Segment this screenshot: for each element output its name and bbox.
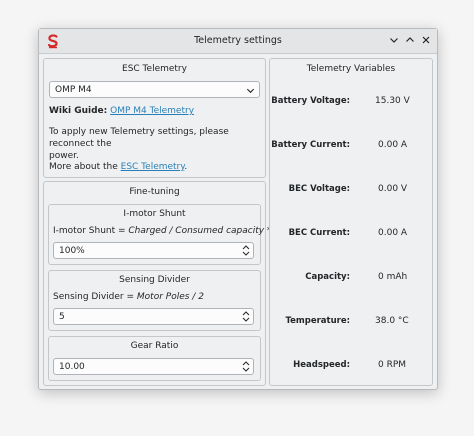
battery-current-value: 0.00 A (378, 140, 408, 150)
minimize-button[interactable] (386, 32, 402, 48)
more-about-row: More about the ESC Telemetry. (49, 161, 187, 173)
esc-telemetry-group: ESC Telemetry OMP M4 Wiki Guide: OMP M4 … (43, 58, 266, 178)
sensing-formula-prefix: Sensing Divider = (53, 292, 137, 302)
capacity-value: 0 mAh (378, 272, 408, 282)
apply-note-line-1: To apply new Telemetry settings, please … (49, 127, 229, 149)
chevron-down-icon (390, 38, 398, 43)
sensing-formula-expression: Motor Poles / 2 (136, 292, 204, 302)
headspeed-label: Headspeed: (293, 360, 350, 370)
esc-telemetry-title: ESC Telemetry (122, 64, 187, 74)
gear-ratio-group: Gear Ratio 10.00 (48, 336, 261, 381)
chevron-up-icon (406, 37, 414, 42)
gear-ratio-spinbox[interactable]: 10.00 (53, 358, 254, 375)
battery-current-label: Battery Current: (271, 140, 350, 150)
esc-protocol-value: OMP M4 (55, 85, 92, 95)
maximize-button[interactable] (402, 32, 418, 48)
sensing-formula: Sensing Divider = Motor Poles / 2 (53, 291, 204, 303)
wiki-guide-row: Wiki Guide: OMP M4 Telemetry (49, 105, 194, 117)
imotor-shunt-title: I-motor Shunt (123, 209, 186, 219)
telemetry-variables-title: Telemetry Variables (306, 64, 396, 74)
wiki-guide-label: Wiki Guide: (49, 106, 108, 116)
gear-ratio-value: 10.00 (59, 362, 85, 372)
imotor-formula: I-motor Shunt = Charged / Consumed capac… (53, 225, 291, 237)
headspeed-value: 0 RPM (378, 360, 407, 370)
imotor-shunt-group: I-motor Shunt I-motor Shunt = Charged / … (48, 204, 291, 265)
more-about-prefix: More about the (49, 162, 121, 172)
telemetry-settings-window: Telemetry settings ESC Telemetry OMP M4 … (38, 28, 438, 390)
sensing-divider-title: Sensing Divider (119, 275, 190, 285)
sensing-divider-value: 5 (59, 312, 65, 322)
fine-tuning-title: Fine-tuning (129, 187, 180, 197)
title-bar[interactable]: Telemetry settings (39, 29, 437, 54)
close-button[interactable] (418, 32, 434, 48)
wiki-guide-link[interactable]: OMP M4 Telemetry (110, 106, 194, 116)
esc-telemetry-link[interactable]: ESC Telemetry (121, 162, 185, 172)
temperature-label: Temperature: (285, 316, 350, 326)
window-title: Telemetry settings (194, 35, 282, 46)
imotor-shunt-value: 100% (59, 246, 85, 256)
telemetry-variables-group: Telemetry Variables Battery Voltage: 15.… (269, 58, 433, 386)
more-about-suffix: . (184, 162, 188, 172)
spin-arrows-icon[interactable] (242, 360, 250, 373)
temperature-value: 38.0 °C (375, 316, 409, 326)
sensing-divider-group: Sensing Divider Sensing Divider = Motor … (48, 270, 261, 331)
battery-voltage-value: 15.30 V (375, 96, 410, 106)
gear-ratio-title: Gear Ratio (130, 341, 179, 351)
sensing-divider-spinbox[interactable]: 5 (53, 308, 254, 325)
bec-voltage-label: BEC Voltage: (288, 184, 350, 194)
bec-voltage-value: 0.00 V (378, 184, 408, 194)
close-icon (422, 36, 430, 44)
imotor-formula-prefix: I-motor Shunt = (53, 226, 129, 236)
capacity-label: Capacity: (305, 272, 350, 282)
esc-protocol-select[interactable]: OMP M4 (49, 81, 260, 98)
bec-current-label: BEC Current: (288, 228, 350, 238)
imotor-formula-expression: Charged / Consumed capacity * 100 (128, 226, 292, 236)
imotor-shunt-spinbox[interactable]: 100% (53, 242, 254, 259)
spin-arrows-icon[interactable] (242, 310, 250, 323)
chevron-down-icon (246, 88, 255, 94)
bec-current-value: 0.00 A (378, 228, 408, 238)
apply-note: To apply new Telemetry settings, please … (49, 126, 263, 162)
spin-arrows-icon[interactable] (242, 244, 250, 257)
fine-tuning-group: Fine-tuning I-motor Shunt I-motor Shunt … (43, 181, 291, 386)
battery-voltage-label: Battery Voltage: (271, 96, 350, 106)
